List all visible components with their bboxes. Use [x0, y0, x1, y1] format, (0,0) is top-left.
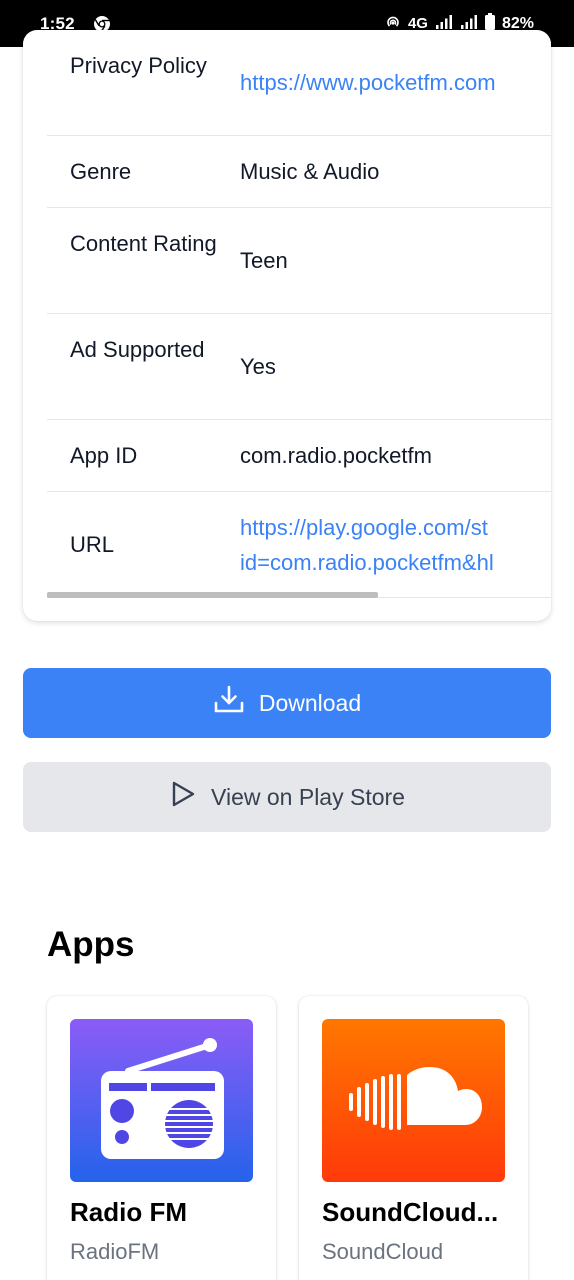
detail-value: Yes: [240, 354, 276, 379]
app-name: Radio FM: [70, 1197, 187, 1227]
detail-value: Music & Audio: [240, 159, 380, 184]
soundcloud-icon: [322, 1019, 505, 1182]
url-link[interactable]: https://play.google.com/st id=com.radio.…: [240, 510, 551, 580]
play-icon: [169, 780, 197, 814]
detail-value: com.radio.pocketfm: [240, 443, 432, 468]
detail-value: Teen: [240, 248, 288, 273]
detail-row-genre: Genre Music & Audio: [47, 136, 551, 208]
app-card-radio-fm[interactable]: Radio FM RadioFM: [47, 996, 276, 1280]
app-developer: RadioFM: [70, 1239, 160, 1264]
url-line-1: https://play.google.com/st: [240, 515, 488, 540]
app-details-card: Privacy Policy https://www.pocketfm.com …: [23, 30, 551, 621]
url-line-2: id=com.radio.pocketfm&hl: [240, 550, 494, 575]
view-on-play-store-button[interactable]: View on Play Store: [23, 762, 551, 832]
detail-key: Ad Supported: [70, 337, 205, 362]
horizontal-scrollbar[interactable]: [47, 592, 378, 598]
detail-row-ad-supported: Ad Supported Yes: [47, 314, 551, 420]
detail-row-app-id: App ID com.radio.pocketfm: [47, 420, 551, 492]
download-icon: [213, 684, 245, 722]
play-store-label: View on Play Store: [211, 783, 405, 810]
download-label: Download: [258, 689, 362, 716]
detail-key: App ID: [70, 443, 138, 468]
detail-key: Content Rating: [70, 231, 217, 256]
detail-key: URL: [70, 532, 115, 557]
app-developer: SoundCloud: [322, 1239, 444, 1264]
app-card-soundcloud[interactable]: SoundCloud... SoundCloud: [299, 996, 528, 1280]
download-button[interactable]: Download: [23, 668, 551, 738]
detail-key: Genre: [70, 159, 132, 184]
apps-section-title: Apps: [47, 925, 135, 964]
detail-row-url: URL https://play.google.com/st id=com.ra…: [47, 492, 551, 598]
radio-icon: [70, 1019, 253, 1182]
detail-row-content-rating: Content Rating Teen: [47, 208, 551, 314]
privacy-policy-link[interactable]: https://www.pocketfm.com: [240, 65, 551, 100]
detail-row-privacy: Privacy Policy https://www.pocketfm.com: [47, 30, 551, 136]
detail-key: Privacy Policy: [70, 53, 207, 78]
app-name: SoundCloud...: [322, 1197, 499, 1227]
